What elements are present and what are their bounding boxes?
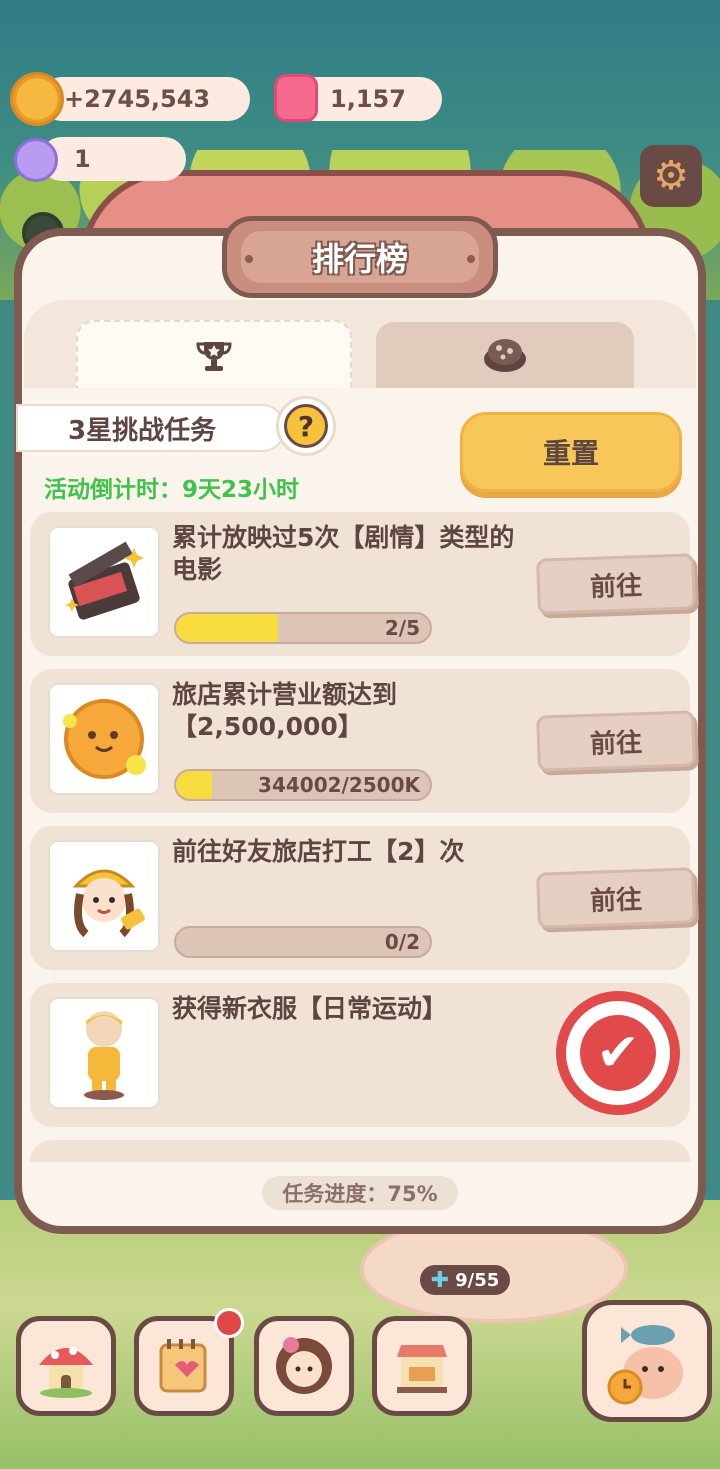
go-button[interactable]: 前往: [536, 710, 696, 772]
task-title: 获得新衣服【日常运动】: [172, 994, 448, 1023]
panel-title-plate: 排行榜: [222, 216, 498, 298]
reset-button[interactable]: 重置: [460, 412, 682, 492]
notification-badge: [214, 1308, 244, 1338]
crystal-candy-icon: [14, 138, 58, 182]
shop-stall-icon: [397, 1345, 447, 1393]
event-countdown: 活动倒计时：9天23小时: [44, 477, 300, 503]
task-progress-text: 2/5: [384, 616, 420, 640]
character-portrait-icon: [276, 1337, 332, 1394]
nav-shop-button[interactable]: [372, 1316, 472, 1416]
plus-icon: ✚: [430, 1267, 450, 1293]
task-progress-text: 344002/2500K: [258, 773, 420, 797]
trophy-icon: [196, 342, 232, 371]
section-label: 3星挑战任务: [16, 404, 286, 452]
task-progress-text: 0/2: [384, 930, 420, 954]
outfit-figure-icon: [48, 997, 160, 1109]
task-progress-fill: [176, 614, 278, 642]
coins-value: +2745,543: [64, 85, 211, 113]
tab-cookie[interactable]: [376, 322, 634, 388]
task-title: 累计放映过5次【剧情】类型的电影: [172, 523, 515, 584]
cookie-coin-icon: [10, 72, 64, 126]
checkmark-icon: ✔: [580, 1015, 656, 1091]
tickets-value: 1: [74, 145, 91, 173]
panel-title: 排行榜: [311, 240, 408, 278]
tab-trophy[interactable]: [76, 320, 352, 390]
task-card: 前往好友旅店打工【2】次 0/2 前往: [30, 826, 696, 970]
task-card: 累计放映过5次【剧情】类型的电影 2/5 前往: [30, 512, 696, 656]
help-button[interactable]: ?: [276, 396, 336, 456]
cookie-coin-icon: [48, 683, 160, 795]
task-progress-fill: [176, 771, 212, 799]
coins-bar[interactable]: +2745,543: [40, 77, 250, 121]
plate-rivet: [467, 255, 475, 263]
question-icon: ?: [284, 404, 328, 448]
go-button[interactable]: 前往: [536, 553, 696, 615]
worker-character-icon: [48, 840, 160, 952]
task-title: 前往好友旅店打工【2】次: [172, 837, 465, 866]
nav-house-button[interactable]: [16, 1316, 116, 1416]
plate-rivet: [245, 255, 253, 263]
task-progress-summary: 任务进度：75%: [262, 1176, 458, 1210]
task-progress-bar: 2/5: [174, 612, 432, 644]
clapperboard-icon: [48, 526, 160, 638]
nav-character-button[interactable]: [254, 1316, 354, 1416]
go-button[interactable]: 前往: [536, 867, 696, 929]
guest-counter[interactable]: ✚ 9/55: [420, 1265, 510, 1295]
mushroom-house-icon: [39, 1347, 93, 1398]
task-card: 旅店累计营业额达到【2,500,000】 344002/2500K 前往: [30, 669, 696, 813]
nav-alarm-button[interactable]: [582, 1300, 712, 1422]
cookie-icon: [484, 339, 526, 372]
candy-gem-icon: [274, 74, 318, 122]
gems-value: 1,157: [330, 85, 406, 113]
tickets-bar[interactable]: 1: [40, 137, 186, 181]
gear-icon[interactable]: ⚙: [640, 145, 702, 207]
task-card: 获得新衣服【日常运动】 ✔: [30, 983, 690, 1127]
guest-counter-text: 9/55: [455, 1269, 500, 1291]
task-progress-bar: 0/2: [174, 926, 432, 958]
task-card-peek: [30, 1140, 690, 1162]
notebook-icon: [159, 1339, 207, 1393]
task-progress-bar: 344002/2500K: [174, 769, 432, 801]
fish-cat-alarm-icon: [607, 1325, 683, 1405]
completed-stamp: ✔: [556, 991, 680, 1115]
task-title: 旅店累计营业额达到【2,500,000】: [172, 680, 398, 741]
